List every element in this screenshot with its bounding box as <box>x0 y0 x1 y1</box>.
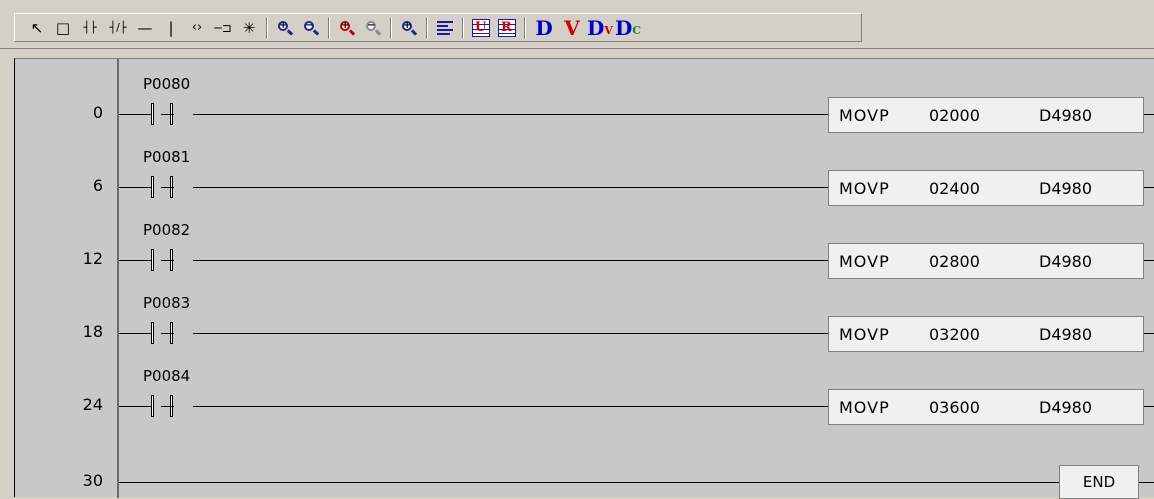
dc-main-label: D <box>614 15 633 40</box>
u-label: U <box>475 19 487 35</box>
device-comment-icon[interactable]: DC <box>615 16 641 40</box>
function-block[interactable]: MOVP 02000 D4980 <box>828 97 1144 133</box>
rung-wire <box>1139 482 1154 483</box>
step-number: 24 <box>82 395 103 414</box>
no-contact-icon[interactable]: ┤├ <box>77 16 103 40</box>
rung-wire <box>161 406 174 407</box>
toolbar-button-group: ↖ □ ┤├ ┤/├ — | ‹› ─⊐ ✳ + − + − + U R D V… <box>14 13 862 42</box>
contact-address: P0080 <box>143 75 191 93</box>
instruction-name: MOVP <box>839 105 890 125</box>
dv-main-label: D <box>587 15 605 40</box>
zoom-out-disabled-icon[interactable]: − <box>361 16 385 40</box>
rung-wire <box>1144 406 1154 407</box>
destination-operand: D4980 <box>1039 105 1093 125</box>
dv-sub-label: V <box>604 24 613 37</box>
source-operand: 02800 <box>929 251 980 271</box>
rung-wire <box>1144 333 1154 334</box>
rung-wire <box>161 114 174 115</box>
contact-address: P0082 <box>143 221 191 239</box>
align-lines-icon[interactable] <box>433 16 457 40</box>
end-instruction[interactable]: END <box>1059 465 1139 499</box>
destination-operand: D4980 <box>1039 397 1093 417</box>
r-label: R <box>501 19 512 35</box>
instruction-name: MOVP <box>839 251 890 271</box>
function-block[interactable]: MOVP 03200 D4980 <box>828 316 1144 352</box>
destination-operand: D4980 <box>1039 178 1093 198</box>
rung-wire <box>193 333 829 334</box>
step-number: 0 <box>92 103 103 122</box>
rung-wire <box>193 406 829 407</box>
rung-wire <box>161 187 174 188</box>
source-operand: 03600 <box>929 397 980 417</box>
dc-sub-label: C <box>632 24 642 37</box>
instruction-name: MOVP <box>839 397 890 417</box>
rung-wire <box>193 187 829 188</box>
rung-wire <box>119 482 1059 483</box>
coil-icon[interactable]: ‹› <box>185 16 209 40</box>
rung-wire <box>193 260 829 261</box>
rung-wire <box>161 260 174 261</box>
rung-wire <box>1144 187 1154 188</box>
zoom-fit-icon[interactable]: + <box>397 16 421 40</box>
function-icon[interactable]: ─⊐ <box>211 16 235 40</box>
function-block[interactable]: MOVP 02800 D4980 <box>828 243 1144 279</box>
variable-v-icon[interactable]: V <box>559 16 585 40</box>
rectangle-icon[interactable]: □ <box>51 16 75 40</box>
rung-wire <box>161 333 174 334</box>
destination-operand: D4980 <box>1039 324 1093 344</box>
zoom-in-icon[interactable]: + <box>273 16 297 40</box>
function-block[interactable]: MOVP 03600 D4980 <box>828 389 1144 425</box>
ladder-diagram-area[interactable]: 0 P0080 MOVP 02000 D4980 6 P0081 MOVP 02400 D4980… <box>14 58 1154 499</box>
step-number: 18 <box>82 322 103 341</box>
destination-operand: D4980 <box>1039 251 1093 271</box>
step-number: 6 <box>92 176 103 195</box>
left-power-rail <box>117 59 119 498</box>
rung-wire <box>1144 114 1154 115</box>
zoom-in-red-icon[interactable]: + <box>335 16 359 40</box>
nc-contact-icon[interactable]: ┤/├ <box>105 16 131 40</box>
step-number: 30 <box>82 471 103 490</box>
contact-address: P0081 <box>143 148 191 166</box>
rung-wire <box>193 114 829 115</box>
toolbar-separator <box>426 16 428 39</box>
vertical-line-icon[interactable]: | <box>159 16 183 40</box>
select-arrow-icon[interactable]: ↖ <box>25 16 49 40</box>
ladder-toolbar: ↖ □ ┤├ ┤/├ — | ‹› ─⊐ ✳ + − + − + U R D V… <box>0 0 1154 49</box>
toolbar-separator <box>328 16 330 39</box>
invert-icon[interactable]: ✳ <box>237 16 261 40</box>
horizontal-line-icon[interactable]: — <box>133 16 157 40</box>
device-variable-icon[interactable]: DV <box>587 16 613 40</box>
contact-address: P0084 <box>143 367 191 385</box>
source-operand: 02400 <box>929 178 980 198</box>
toolbar-separator <box>266 16 268 39</box>
u-table-icon[interactable]: U <box>469 16 493 40</box>
device-d-icon[interactable]: D <box>531 16 557 40</box>
rung-wire <box>1144 260 1154 261</box>
instruction-name: MOVP <box>839 324 890 344</box>
source-operand: 02000 <box>929 105 980 125</box>
toolbar-separator <box>462 16 464 39</box>
step-number: 12 <box>82 249 103 268</box>
contact-address: P0083 <box>143 294 191 312</box>
toolbar-separator <box>390 16 392 39</box>
function-block[interactable]: MOVP 02400 D4980 <box>828 170 1144 206</box>
r-table-icon[interactable]: R <box>495 16 519 40</box>
instruction-name: MOVP <box>839 178 890 198</box>
source-operand: 03200 <box>929 324 980 344</box>
zoom-out-icon[interactable]: − <box>299 16 323 40</box>
toolbar-separator <box>524 16 526 39</box>
